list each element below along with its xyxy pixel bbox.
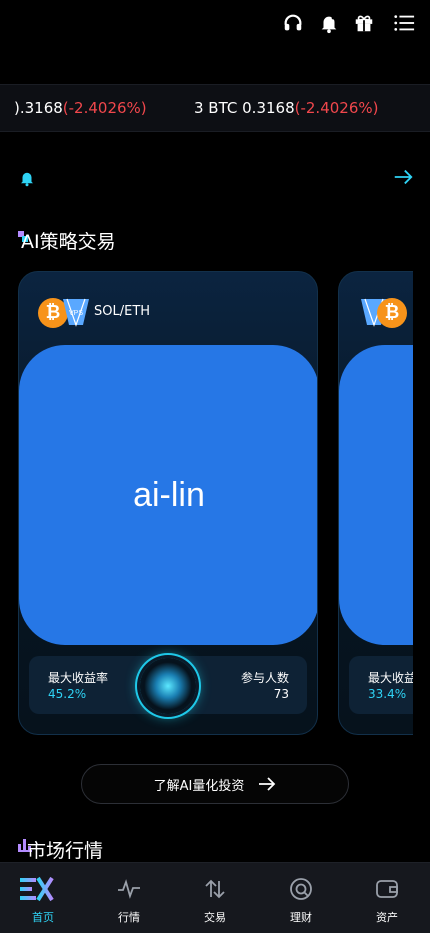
strategy-image: ai-lin [19, 345, 317, 645]
svg-text:VPS: VPS [69, 310, 83, 317]
bell-icon[interactable] [318, 12, 340, 34]
tab-market[interactable]: 行情 [86, 863, 172, 933]
notice-bar[interactable] [0, 160, 430, 196]
participants-value: 73 [273, 687, 289, 701]
trading-pair: SOL/ETH [94, 304, 151, 319]
image-alt-text: ai-lin [133, 475, 205, 514]
tab-home[interactable]: 首页 [0, 863, 86, 933]
ticker-price: 3 BTC 0.3168 [194, 99, 295, 117]
section-title-text: AI策略交易 [21, 231, 116, 253]
learn-ai-quant-button[interactable]: 了解AI量化投资 [81, 764, 349, 804]
participants-label: 参与人数 [240, 671, 289, 685]
learn-button-label: 了解AI量化投资 [153, 778, 245, 794]
ticker-item[interactable]: 3 BTC 0.3168(-2.4026%) [194, 85, 378, 131]
ticker-price: ).3168 [14, 99, 63, 117]
bell-icon [21, 172, 33, 187]
top-bar [0, 0, 430, 48]
wallet-icon [376, 880, 398, 898]
vps-badge-icon: VPS [63, 298, 89, 327]
ticker-change: (-2.4026%) [294, 99, 379, 117]
ai-orb-icon [140, 658, 196, 714]
gift-icon[interactable] [353, 12, 375, 34]
max-yield-label: 最大收益 [368, 671, 417, 685]
ticker-item[interactable]: ).3168(-2.4026%) [14, 85, 147, 131]
swap-icon [205, 879, 225, 899]
bitcoin-icon: ₿ [377, 298, 407, 328]
tab-label: 理财 [290, 911, 312, 924]
finance-icon [290, 878, 312, 900]
bottom-tab-bar: 首页 行情 交易 理财 资产 [0, 862, 430, 933]
pulse-icon [118, 879, 140, 899]
menu-icon[interactable] [392, 12, 416, 34]
max-yield-value: 45.2% [48, 687, 87, 701]
strategy-card[interactable]: ₿ VPS SOL/ETH ai-lin 最大收益率 45.2% 参与人数 73 [18, 271, 318, 735]
max-yield-value: 33.4% [368, 687, 407, 701]
tab-label: 首页 [32, 911, 54, 924]
price-ticker: ).3168(-2.4026%) 3 BTC 0.3168(-2.4026%) [0, 84, 430, 132]
tab-finance[interactable]: 理财 [258, 863, 344, 933]
section-title-text: 市场行情 [27, 840, 104, 862]
arrow-right-icon [259, 777, 276, 791]
headset-icon[interactable] [282, 12, 304, 34]
tab-label: 交易 [204, 911, 226, 924]
tab-trade[interactable]: 交易 [172, 863, 258, 933]
ex-logo-icon [20, 876, 54, 902]
tab-assets[interactable]: 资产 [344, 863, 430, 933]
carousel-edge [413, 266, 430, 738]
arrow-right-icon[interactable] [392, 166, 414, 188]
tab-label: 行情 [118, 911, 140, 924]
ticker-change: (-2.4026%) [62, 99, 147, 117]
tab-label: 资产 [376, 911, 398, 924]
max-yield-label: 最大收益率 [48, 671, 109, 685]
